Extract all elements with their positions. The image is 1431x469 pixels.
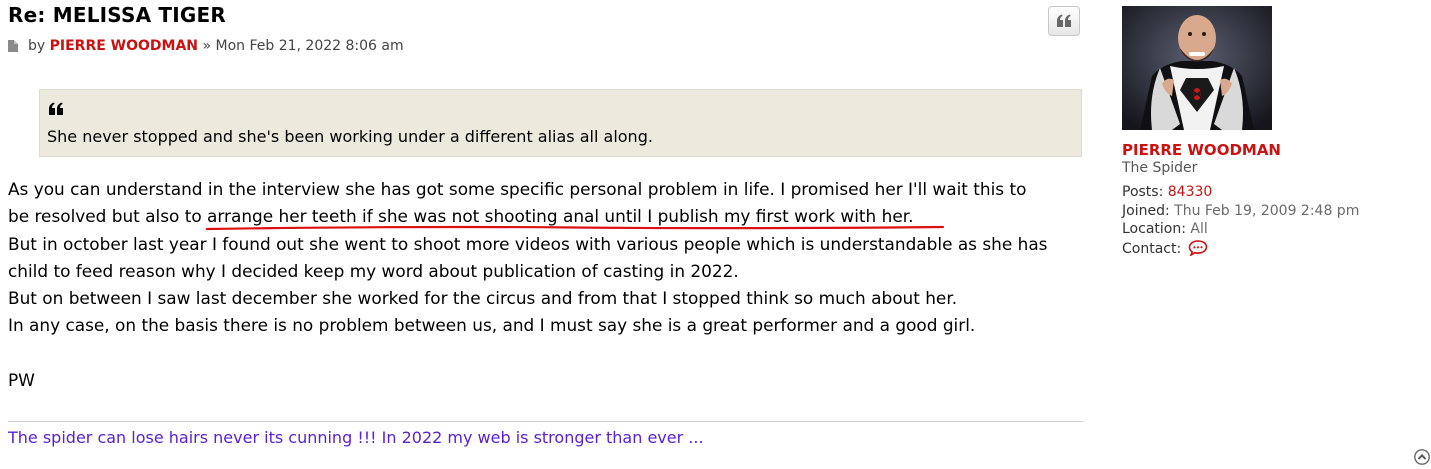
quote-icon	[1057, 14, 1071, 27]
body-line: be resolved but also to arrange her teet…	[8, 203, 1047, 231]
posts-count-link[interactable]: 84330	[1168, 184, 1213, 200]
body-blank-line	[8, 340, 1047, 367]
location-value: All	[1190, 221, 1208, 237]
profile-rank: The Spider	[1122, 160, 1198, 176]
post-author-link[interactable]: PIERRE WOODMAN	[50, 38, 198, 54]
red-underline-mark	[205, 226, 945, 231]
signature: The spider can lose hairs never its cunn…	[8, 428, 704, 447]
underlined-text: arrange her teeth if she was not shootin…	[205, 203, 945, 231]
body-line: In any case, on the basis there is no pr…	[8, 315, 976, 336]
body-line: child to feed reason why I decided keep …	[8, 260, 739, 281]
body-line: But on between I saw last december she w…	[8, 288, 958, 309]
profile-contact: Contact:	[1122, 240, 1208, 257]
by-label: by	[28, 38, 46, 54]
location-label: Location:	[1122, 221, 1186, 237]
back-to-top-icon[interactable]	[1414, 449, 1430, 465]
quote-block: She never stopped and she's been working…	[39, 89, 1082, 157]
body-line: But in october last year I found out she…	[8, 233, 1048, 254]
avatar[interactable]	[1122, 6, 1272, 130]
profile-posts: Posts: 84330	[1122, 184, 1212, 200]
speech-bubble-icon[interactable]	[1188, 240, 1208, 256]
post-body: As you can understand in the interview s…	[8, 176, 1047, 394]
signature-divider	[8, 421, 1083, 422]
profile-username[interactable]: PIERRE WOODMAN	[1122, 141, 1281, 159]
post-date: Mon Feb 21, 2022 8:06 am	[215, 38, 404, 54]
joined-value: Thu Feb 19, 2009 2:48 pm	[1174, 203, 1360, 219]
meta-separator: »	[202, 38, 212, 54]
quote-text: She never stopped and she's been working…	[47, 127, 653, 146]
contact-label: Contact:	[1122, 241, 1182, 257]
body-line: As you can understand in the interview s…	[8, 179, 1027, 199]
profile-joined: Joined: Thu Feb 19, 2009 2:48 pm	[1122, 203, 1359, 219]
post-meta: by PIERRE WOODMAN » Mon Feb 21, 2022 8:0…	[8, 38, 404, 54]
body-line-start: be resolved but also to	[8, 206, 208, 227]
joined-label: Joined:	[1122, 203, 1170, 219]
post-icon[interactable]	[8, 40, 18, 52]
profile-location: Location: All	[1122, 221, 1208, 237]
quote-icon	[49, 102, 63, 115]
posts-label: Posts:	[1122, 184, 1164, 200]
quote-button[interactable]	[1048, 6, 1080, 36]
body-sign: PW	[8, 370, 35, 391]
post-title[interactable]: Re: MELISSA TIGER	[8, 3, 226, 27]
